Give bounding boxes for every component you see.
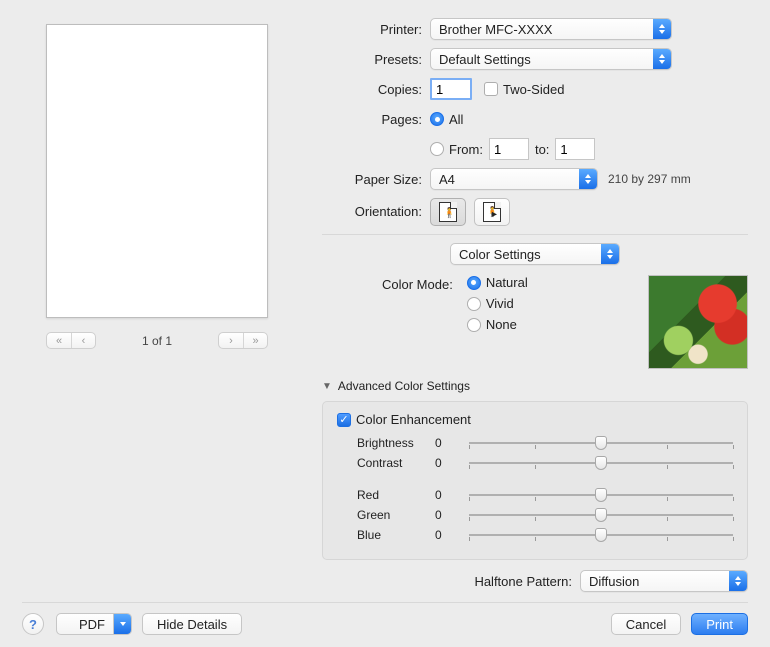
paper-size-value: A4	[439, 172, 455, 187]
presets-value: Default Settings	[439, 52, 531, 67]
pdf-label: PDF	[71, 617, 113, 632]
pages-all-label: All	[449, 112, 463, 127]
color-mode-vivid-label: Vivid	[486, 296, 514, 311]
advanced-color-panel: ✓ Color Enhancement Brightness 0 Contras…	[322, 401, 748, 560]
color-preview-image	[648, 275, 748, 369]
pages-from-label: From:	[449, 142, 483, 157]
orientation-landscape-button[interactable]: 🧍▸	[474, 198, 510, 226]
blue-label: Blue	[357, 528, 435, 542]
brightness-value: 0	[435, 436, 463, 450]
hide-details-button[interactable]: Hide Details	[142, 613, 242, 635]
contrast-label: Contrast	[357, 456, 435, 470]
contrast-slider[interactable]	[469, 455, 733, 471]
page-indicator: 1 of 1	[142, 334, 172, 348]
color-mode-label: Color Mode:	[382, 275, 453, 292]
orientation-portrait-button[interactable]: 🧍	[430, 198, 466, 226]
red-label: Red	[357, 488, 435, 502]
color-mode-natural-radio[interactable]	[467, 276, 481, 290]
printer-select[interactable]: Brother MFC-XXXX	[430, 18, 672, 40]
blue-slider[interactable]	[469, 527, 733, 543]
disclosure-triangle-icon[interactable]: ▼	[322, 381, 332, 392]
help-button[interactable]: ?	[22, 613, 44, 635]
pager-next-group: › »	[218, 332, 268, 349]
red-value: 0	[435, 488, 463, 502]
presets-select[interactable]: Default Settings	[430, 48, 672, 70]
pages-all-radio[interactable]	[430, 112, 444, 126]
print-button[interactable]: Print	[691, 613, 748, 635]
two-sided-checkbox[interactable]	[484, 82, 498, 96]
updown-icon	[653, 19, 671, 39]
two-sided-label: Two-Sided	[503, 82, 564, 97]
updown-icon	[729, 571, 747, 591]
brightness-label: Brightness	[357, 436, 435, 450]
blue-value: 0	[435, 528, 463, 542]
portrait-icon: 🧍	[439, 202, 457, 222]
halftone-value: Diffusion	[589, 574, 639, 589]
halftone-label: Halftone Pattern:	[474, 574, 572, 589]
paper-size-label: Paper Size:	[322, 172, 422, 187]
color-mode-none-label: None	[486, 317, 517, 332]
pages-to-input[interactable]	[555, 138, 595, 160]
pages-label: Pages:	[322, 112, 422, 127]
pages-to-label: to:	[535, 142, 549, 157]
green-slider[interactable]	[469, 507, 733, 523]
paper-dimensions: 210 by 297 mm	[608, 172, 691, 186]
cancel-button[interactable]: Cancel	[611, 613, 681, 635]
color-mode-none-radio[interactable]	[467, 318, 481, 332]
pages-range-radio[interactable]	[430, 142, 444, 156]
color-mode-natural-label: Natural	[486, 275, 528, 290]
landscape-icon: 🧍▸	[483, 202, 501, 222]
page-preview	[46, 24, 268, 318]
next-page-button[interactable]: ›	[219, 333, 243, 348]
updown-icon	[653, 49, 671, 69]
presets-label: Presets:	[322, 52, 422, 67]
copies-label: Copies:	[322, 82, 422, 97]
color-mode-vivid-radio[interactable]	[467, 297, 481, 311]
red-slider[interactable]	[469, 487, 733, 503]
chevron-down-icon	[113, 614, 131, 634]
brightness-slider[interactable]	[469, 435, 733, 451]
paper-size-select[interactable]: A4	[430, 168, 598, 190]
updown-icon	[579, 169, 597, 189]
printer-value: Brother MFC-XXXX	[439, 22, 552, 37]
pdf-button[interactable]: PDF	[56, 613, 132, 635]
first-page-button[interactable]: «	[47, 333, 71, 348]
pager-prev-group: « ‹	[46, 332, 96, 349]
section-select[interactable]: Color Settings	[450, 243, 620, 265]
updown-icon	[601, 244, 619, 264]
pages-from-input[interactable]	[489, 138, 529, 160]
color-enhancement-checkbox[interactable]: ✓	[337, 413, 351, 427]
orientation-label: Orientation:	[322, 198, 422, 219]
contrast-value: 0	[435, 456, 463, 470]
halftone-select[interactable]: Diffusion	[580, 570, 748, 592]
prev-page-button[interactable]: ‹	[71, 333, 95, 348]
advanced-color-header: Advanced Color Settings	[338, 379, 470, 393]
green-label: Green	[357, 508, 435, 522]
section-value: Color Settings	[459, 247, 541, 262]
printer-label: Printer:	[322, 22, 422, 37]
last-page-button[interactable]: »	[243, 333, 267, 348]
copies-input[interactable]	[430, 78, 472, 100]
green-value: 0	[435, 508, 463, 522]
color-enhancement-label: Color Enhancement	[356, 412, 471, 427]
